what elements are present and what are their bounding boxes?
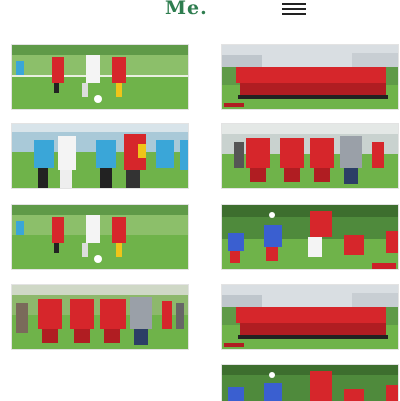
menu-bar <box>282 3 306 5</box>
gallery-photo[interactable] <box>11 123 189 189</box>
referee-dispute-photo <box>12 124 188 188</box>
gallery-photo[interactable] <box>221 44 399 110</box>
players-posing-photo <box>12 285 188 349</box>
players-posing-photo <box>222 124 398 188</box>
team-photo <box>222 285 398 349</box>
gallery-photo[interactable] <box>11 204 189 270</box>
match-action-photo <box>12 45 188 109</box>
gallery-photo[interactable] <box>221 204 399 270</box>
gallery-photo[interactable] <box>221 284 399 350</box>
menu-bar <box>282 8 306 10</box>
photo-gallery <box>0 0 400 401</box>
header-duel-photo <box>222 365 398 401</box>
hamburger-icon[interactable] <box>282 3 306 15</box>
site-logo[interactable]: Me. <box>165 0 208 19</box>
gallery-photo[interactable] <box>221 364 399 401</box>
gallery-photo[interactable] <box>11 44 189 110</box>
site-header: Me. <box>0 0 400 30</box>
gallery-photo[interactable] <box>221 123 399 189</box>
match-action-photo <box>12 205 188 269</box>
team-photo <box>222 45 398 109</box>
gallery-photo[interactable] <box>11 284 189 350</box>
header-duel-photo <box>222 205 398 269</box>
menu-bar <box>282 13 306 15</box>
